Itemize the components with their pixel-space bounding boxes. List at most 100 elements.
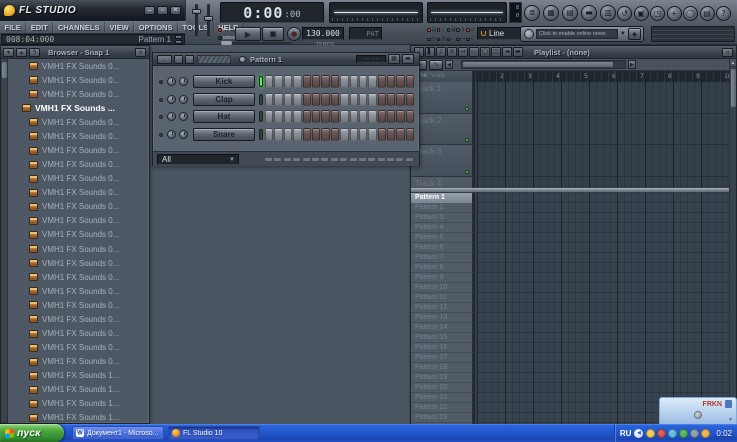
browser-toggle-button[interactable]: ▬ — [581, 5, 597, 21]
snap-tool-icon[interactable]: ◫ — [491, 47, 501, 57]
step-cell[interactable] — [331, 93, 339, 106]
pattern-grid-lane[interactable] — [473, 203, 731, 213]
step-cell[interactable] — [359, 128, 367, 141]
pattern-grid-lane[interactable] — [473, 273, 731, 283]
menu-item-file[interactable]: FILE — [0, 22, 26, 33]
step-cell[interactable] — [312, 110, 320, 123]
pattern-grid-lane[interactable] — [473, 223, 731, 233]
step-cell[interactable] — [312, 128, 320, 141]
master-pitch-slider[interactable] — [195, 4, 198, 37]
step-cell[interactable] — [303, 128, 311, 141]
browser-item[interactable]: VMH1 FX Sounds 0... — [8, 143, 149, 157]
step-cell[interactable] — [321, 75, 329, 88]
pattern-grid-lane[interactable] — [473, 243, 731, 253]
keyboard-editor-icon[interactable]: ▬ — [402, 54, 414, 64]
playlist-wave-button[interactable]: ∿ — [429, 60, 443, 70]
step-cell[interactable] — [331, 110, 339, 123]
track-name[interactable]: Track 3 — [411, 145, 473, 177]
pattern-grid-lane[interactable] — [473, 383, 731, 393]
pattern-grid-lane[interactable] — [473, 283, 731, 293]
browser-item[interactable]: VMH1 FX Sounds 0... — [8, 228, 149, 242]
typing-keyboard-toggle[interactable]: ▤ — [427, 25, 437, 35]
track-grid-lane[interactable] — [473, 82, 731, 114]
browser-item[interactable]: VMH1 FX Sounds 0... — [8, 256, 149, 270]
step-cell[interactable] — [312, 75, 320, 88]
step-cell[interactable] — [406, 93, 414, 106]
browser-item[interactable]: VMH1 FX Sounds 1... — [8, 397, 149, 411]
pattern-name[interactable]: Pattern 6 — [411, 243, 473, 253]
pattern-grid-lane[interactable] — [473, 353, 731, 363]
chevron-down-icon[interactable]: ▼ — [618, 31, 628, 37]
channel-activity-led[interactable] — [259, 129, 263, 140]
pattern-grid-lane[interactable] — [473, 343, 731, 353]
step-cell[interactable] — [406, 128, 414, 141]
browser-item[interactable]: VMH1 FX Sounds 0... — [8, 326, 149, 340]
browser-item[interactable]: VMH1 FX Sounds 0... — [8, 270, 149, 284]
pattern-grid-lane[interactable] — [473, 193, 731, 203]
mute-tool-icon[interactable]: ⊘ — [447, 47, 457, 57]
menu-item-channels[interactable]: CHANNELS — [53, 22, 105, 33]
pattern-grid-lane[interactable] — [473, 313, 731, 323]
step-cell[interactable] — [350, 110, 358, 123]
step-cell[interactable] — [396, 110, 404, 123]
browser-item[interactable]: VMH1 FX Sounds 0... — [8, 73, 149, 87]
track-mute-led[interactable] — [465, 170, 469, 174]
center-toggle[interactable]: ⊥ — [466, 35, 476, 45]
channel-filter-dropdown[interactable]: All ▼ — [157, 154, 239, 165]
pattern-grid-lane[interactable] — [473, 303, 731, 313]
pattern-name[interactable]: Pattern 13 — [411, 313, 473, 323]
pattern-name[interactable]: Pattern 1 — [411, 193, 473, 203]
master-volume-slider[interactable] — [207, 4, 210, 37]
playlist-timeline[interactable]: 2345678910 — [473, 71, 731, 82]
step-cell[interactable] — [387, 93, 395, 106]
channel-select-led[interactable] — [159, 115, 163, 119]
menu-item-edit[interactable]: EDIT — [26, 22, 53, 33]
browser-item[interactable]: VMH1 FX Sounds 0... — [8, 158, 149, 172]
step-cell[interactable] — [368, 110, 376, 123]
volume-knob[interactable] — [179, 77, 188, 86]
pattern-name[interactable]: Pattern 17 — [411, 353, 473, 363]
step-cell[interactable] — [274, 93, 282, 106]
download-manager-icon[interactable] — [657, 429, 666, 438]
pattern-name[interactable]: Pattern 23 — [411, 413, 473, 423]
step-cell[interactable] — [396, 128, 404, 141]
browser-back-icon[interactable]: ▾ — [3, 48, 14, 57]
step-cell[interactable] — [350, 93, 358, 106]
playlist-maximize-icon[interactable]: ▫ — [722, 48, 733, 57]
pattern-name[interactable]: Pattern 20 — [411, 383, 473, 393]
loop-record-toggle[interactable]: ⇄ — [466, 25, 476, 35]
pan-knob[interactable] — [167, 77, 176, 86]
channel-rack-titlebar[interactable]: ‥ Pattern 1 -- -- ▦ ▬ — [153, 53, 419, 66]
pattern-grid-lane[interactable] — [473, 293, 731, 303]
track-name[interactable]: Track 4 — [411, 177, 473, 188]
rack-option2-icon[interactable] — [185, 55, 194, 64]
step-cell[interactable] — [265, 110, 273, 123]
volume-knob[interactable] — [179, 130, 188, 139]
step-cell[interactable] — [293, 93, 301, 106]
language-indicator[interactable]: RU — [620, 429, 632, 438]
pan-knob[interactable] — [167, 112, 176, 121]
browser-item[interactable]: VMH1 FX Sounds 1... — [8, 411, 149, 423]
pattern-name[interactable]: Pattern 4 — [411, 223, 473, 233]
volume-icon[interactable] — [690, 429, 699, 438]
step-cell[interactable] — [321, 110, 329, 123]
track-grid-lane[interactable] — [473, 177, 731, 188]
widget-caret-icon[interactable]: ▼ — [728, 417, 733, 423]
browser-item[interactable]: VMH1 FX Sounds 0... — [8, 59, 149, 73]
browser-item[interactable]: VMH1 FX Sounds 0... — [8, 214, 149, 228]
multilink-toggle[interactable]: ▥ — [437, 35, 447, 45]
graph-editor-icon[interactable]: ▦ — [388, 54, 400, 64]
channel-button[interactable]: Hat — [193, 110, 255, 123]
step-cell[interactable] — [303, 110, 311, 123]
step-cell[interactable] — [293, 110, 301, 123]
browser-item[interactable]: VMH1 FX Sounds 0... — [8, 242, 149, 256]
time-display[interactable]: 0:00:00 — [220, 2, 324, 23]
step-cell[interactable] — [340, 110, 348, 123]
step-cell[interactable] — [359, 93, 367, 106]
pattern-name[interactable]: Pattern 21 — [411, 393, 473, 403]
paint-tool-icon[interactable]: ▌ — [425, 47, 435, 57]
step-cell[interactable] — [396, 75, 404, 88]
step-cell[interactable] — [368, 128, 376, 141]
pattern-name[interactable]: Pattern 14 — [411, 323, 473, 333]
zoom-tool-icon[interactable]: ◯ — [480, 47, 490, 57]
